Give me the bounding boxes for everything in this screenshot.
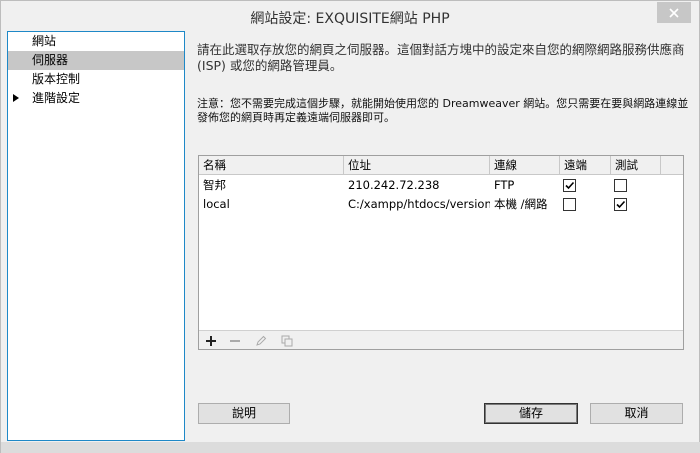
server-address: C:/xampp/htdocs/version2: [348, 197, 490, 211]
sidebar-item-advanced-settings[interactable]: 進階設定: [8, 89, 184, 108]
sidebar-item-label: 進階設定: [32, 91, 81, 105]
server-name: local: [203, 197, 230, 211]
sidebar-item-label: 伺服器: [32, 53, 69, 67]
server-table: 名稱 位址 連線 遠端 測試 智邦 210.242.72.238 FTP loc…: [198, 155, 684, 350]
remove-server-button[interactable]: [227, 333, 243, 348]
servers-panel: 請在此選取存放您的網頁之伺服器。這個對話方塊中的設定來自您的網際網路服務供應商 …: [186, 31, 699, 442]
sidebar-item-site[interactable]: 網站: [8, 32, 184, 51]
expand-arrow-icon[interactable]: [13, 94, 19, 102]
edit-server-button[interactable]: [253, 333, 269, 348]
server-connection: 本機 /網路: [494, 197, 548, 211]
table-header: 名稱 位址 連線 遠端 測試: [199, 156, 683, 175]
test-checkbox[interactable]: [614, 179, 627, 192]
minus-icon: [230, 339, 240, 342]
category-sidebar: 網站 伺服器 版本控制 進階設定: [7, 31, 185, 441]
sidebar-item-label: 網站: [32, 34, 57, 48]
window-title: 網站設定: EXQUISITE網站 PHP: [250, 11, 450, 27]
title-bar: 網站設定: EXQUISITE網站 PHP: [1, 1, 699, 32]
window-bottom-edge: [1, 442, 700, 453]
checkmark-icon: [616, 200, 626, 209]
column-header-address[interactable]: 位址: [344, 156, 490, 175]
sidebar-item-label: 版本控制: [32, 72, 81, 86]
duplicate-server-button[interactable]: [279, 333, 295, 348]
save-button[interactable]: 儲存: [484, 403, 578, 424]
column-header-name[interactable]: 名稱: [199, 156, 344, 175]
server-connection: FTP: [494, 178, 515, 192]
remote-checkbox[interactable]: [563, 198, 576, 211]
server-table-toolbar: [199, 330, 683, 349]
sidebar-item-servers[interactable]: 伺服器: [8, 51, 184, 70]
help-button[interactable]: 說明: [198, 403, 290, 424]
server-name: 智邦: [203, 178, 226, 192]
close-icon: [669, 7, 679, 18]
column-header-connection[interactable]: 連線: [490, 156, 560, 175]
servers-note: 注意：您不需要完成這個步驟，就能開始使用您的 Dreamweaver 網站。您只…: [197, 97, 689, 124]
checkmark-icon: [565, 181, 575, 190]
table-row[interactable]: 智邦 210.242.72.238 FTP: [199, 176, 683, 195]
server-address: 210.242.72.238: [348, 178, 440, 192]
column-header-remote[interactable]: 遠端: [560, 156, 611, 175]
duplicate-icon: [281, 335, 293, 346]
sidebar-item-version-control[interactable]: 版本控制: [8, 70, 184, 89]
close-button[interactable]: [657, 2, 691, 23]
pencil-icon: [256, 335, 267, 346]
table-row[interactable]: local C:/xampp/htdocs/version2 本機 /網路: [199, 195, 683, 214]
servers-description: 請在此選取存放您的網頁之伺服器。這個對話方塊中的設定來自您的網際網路服務供應商 …: [197, 42, 685, 73]
add-server-button[interactable]: [203, 333, 219, 348]
plus-icon: [206, 335, 216, 346]
remote-checkbox[interactable]: [563, 179, 576, 192]
site-setup-dialog: 網站設定: EXQUISITE網站 PHP 網站 伺服器 版本控制 進階設定 請…: [0, 0, 700, 453]
column-header-test[interactable]: 測試: [611, 156, 661, 175]
cancel-button[interactable]: 取消: [590, 403, 683, 424]
test-checkbox[interactable]: [614, 198, 627, 211]
